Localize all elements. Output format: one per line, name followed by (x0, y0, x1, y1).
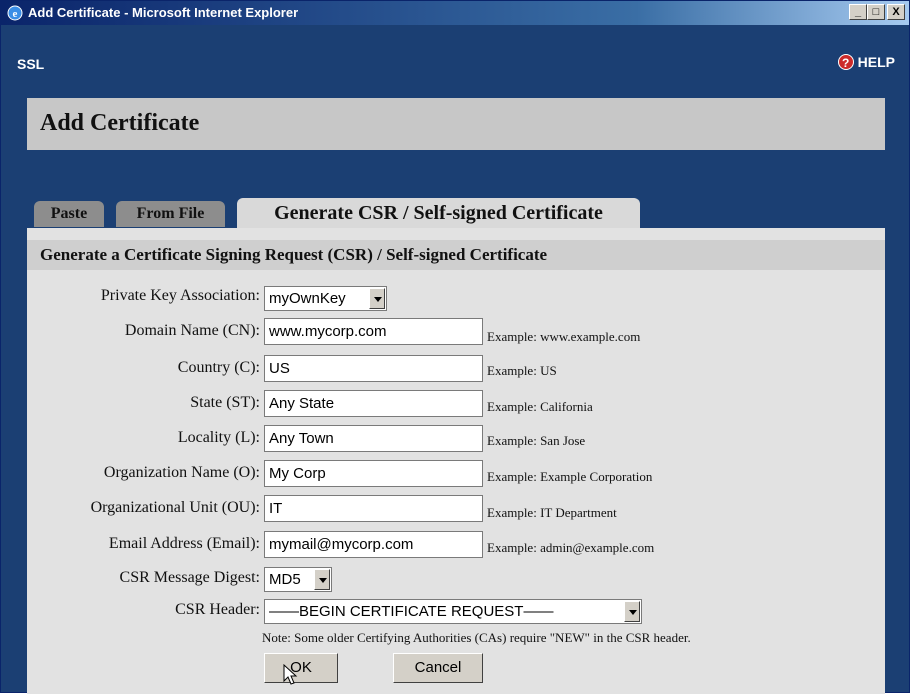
organization-input[interactable]: My Corp (264, 460, 483, 487)
email-input[interactable]: mymail@mycorp.com (264, 531, 483, 558)
help-icon: ? (837, 54, 854, 70)
tab-paste[interactable]: Paste (34, 201, 104, 227)
country-input[interactable]: US (264, 355, 483, 382)
tab-generate-csr[interactable]: Generate CSR / Self-signed Certificate (237, 198, 640, 228)
svg-text:e: e (13, 8, 18, 20)
page-title: Add Certificate (40, 110, 200, 136)
digest-label: CSR Message Digest: (119, 569, 260, 586)
csr-header-select[interactable]: ——BEGIN CERTIFICATE REQUEST—— (264, 599, 642, 624)
state-label: State (ST): (190, 394, 260, 411)
close-button[interactable]: X (887, 4, 905, 20)
digest-select[interactable]: MD5 (264, 567, 332, 592)
locality-example: Example: San Jose (487, 433, 586, 448)
organization-label: Organization Name (O): (103, 464, 260, 481)
dropdown-arrow-icon[interactable] (314, 569, 330, 590)
org-unit-label: Organizational Unit (OU): (90, 499, 260, 516)
email-label: Email Address (Email): (108, 535, 260, 552)
section-header: Generate a Certificate Signing Request (… (27, 240, 885, 270)
private-key-label: Private Key Association: (100, 287, 260, 304)
private-key-value: myOwnKey (269, 290, 346, 307)
ie-logo-icon: e (7, 5, 23, 21)
country-label: Country (C): (177, 359, 260, 376)
page-header: Add Certificate (27, 98, 885, 150)
tab-from-file[interactable]: From File (116, 201, 225, 227)
digest-value: MD5 (269, 571, 301, 588)
browser-window: e Add Certificate - Microsoft Internet E… (0, 0, 910, 694)
csr-header-note: Note: Some older Certifying Authorities … (262, 630, 691, 645)
section-label: SSL (17, 56, 45, 72)
locality-label: Locality (L): (177, 429, 260, 446)
form-panel: Generate a Certificate Signing Request (… (27, 228, 885, 694)
org-unit-input[interactable]: IT (264, 495, 483, 522)
cancel-button[interactable]: Cancel (393, 653, 483, 683)
help-link[interactable]: ? HELP (837, 54, 895, 70)
domain-name-label: Domain Name (CN): (124, 322, 260, 339)
private-key-select[interactable]: myOwnKey (264, 286, 387, 311)
dropdown-arrow-icon[interactable] (369, 288, 385, 309)
domain-name-input[interactable]: www.mycorp.com (264, 318, 483, 345)
help-label: HELP (857, 54, 895, 70)
mouse-pointer-icon (283, 664, 298, 685)
locality-input[interactable]: Any Town (264, 425, 483, 452)
domain-name-example: Example: www.example.com (487, 329, 641, 344)
title-bar: e Add Certificate - Microsoft Internet E… (1, 1, 909, 25)
app-header (1, 25, 909, 85)
minimize-button[interactable]: _ (849, 4, 867, 20)
dropdown-arrow-icon[interactable] (624, 601, 640, 622)
ok-button[interactable]: OK (264, 653, 338, 683)
organization-example: Example: Example Corporation (487, 469, 653, 484)
section-title: Generate a Certificate Signing Request (… (40, 245, 548, 264)
email-example: Example: admin@example.com (487, 540, 655, 555)
csr-header-value: ——BEGIN CERTIFICATE REQUEST—— (269, 603, 554, 620)
country-example: Example: US (487, 363, 557, 378)
state-example: Example: California (487, 399, 593, 414)
csr-header-label: CSR Header: (175, 601, 260, 618)
window-title: Add Certificate - Microsoft Internet Exp… (28, 5, 299, 20)
state-input[interactable]: Any State (264, 390, 483, 417)
maximize-button[interactable]: □ (867, 4, 885, 20)
org-unit-example: Example: IT Department (487, 505, 617, 520)
